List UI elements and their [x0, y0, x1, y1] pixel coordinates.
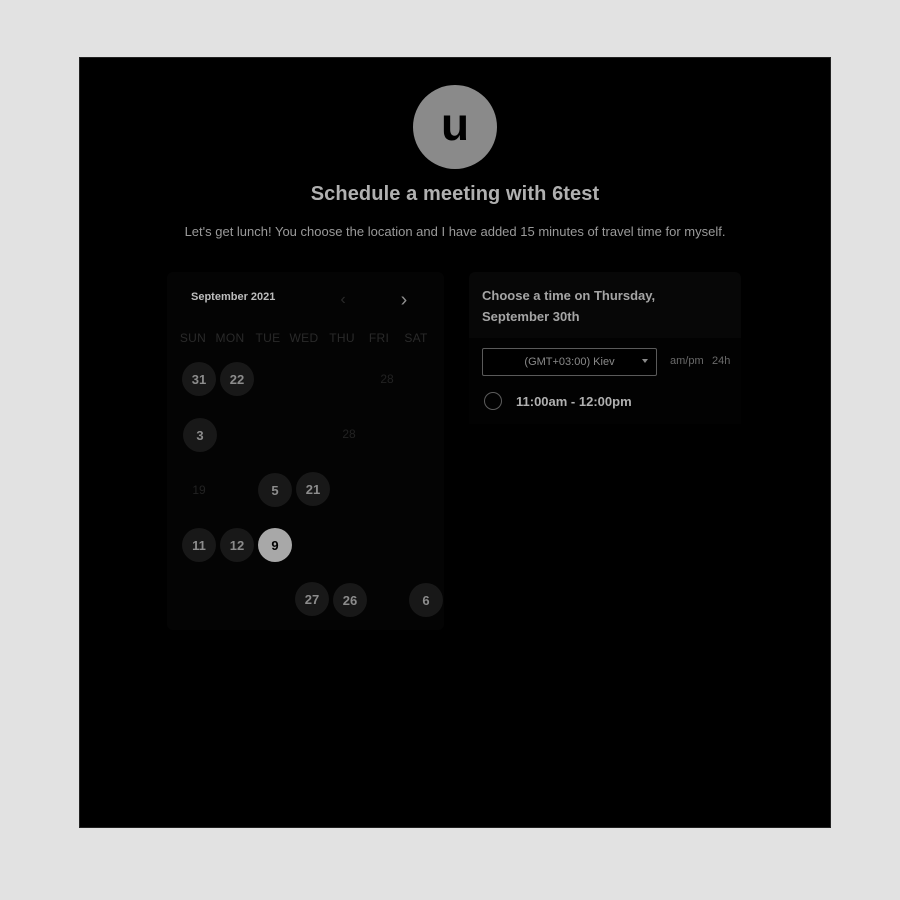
time-panel-title: Choose a time on Thursday, September 30t…: [482, 288, 656, 324]
calendar-day-selected[interactable]: 9: [258, 528, 292, 562]
calendar-day[interactable]: 31: [182, 362, 216, 396]
calendar-day-disabled: 28: [380, 372, 394, 386]
format-ampm-toggle[interactable]: am/pm: [670, 355, 704, 367]
prev-month-button[interactable]: ‹: [334, 290, 352, 310]
calendar-day[interactable]: 6: [409, 583, 443, 617]
weekday-sun: SUN: [179, 331, 207, 345]
time-slot-radio[interactable]: [484, 392, 502, 410]
format-24h-toggle[interactable]: 24h: [712, 355, 730, 367]
weekday-thu: THU: [329, 331, 355, 345]
timezone-select[interactable]: (GMT+03:00) Kiev: [482, 348, 657, 376]
calendar-day-disabled: 19: [192, 483, 206, 497]
timezone-value: (GMT+03:00) Kiev: [524, 356, 615, 368]
calendar-month-label: September 2021: [191, 291, 276, 303]
time-slot-label[interactable]: 11:00am - 12:00pm: [516, 394, 632, 409]
calendar-day[interactable]: 27: [295, 582, 329, 616]
weekday-wed: WED: [289, 331, 319, 345]
calendar-day[interactable]: 21: [296, 472, 330, 506]
avatar-letter: u: [440, 98, 470, 150]
caret-down-icon: [642, 359, 648, 363]
calendar-day[interactable]: 5: [258, 473, 292, 507]
chevron-right-icon: ›: [400, 288, 408, 311]
weekday-mon: MON: [215, 331, 245, 345]
page-title: Schedule a meeting with 6test: [310, 183, 600, 205]
meeting-description: Let's get lunch! You choose the location…: [184, 224, 726, 239]
calendar-day[interactable]: 12: [220, 528, 254, 562]
calendar-day-disabled: 28: [342, 427, 356, 441]
next-month-button[interactable]: ›: [395, 288, 413, 311]
calendar-day[interactable]: 26: [333, 583, 367, 617]
weekday-sat: SAT: [404, 331, 428, 345]
calendar-day[interactable]: 22: [220, 362, 254, 396]
calendar-day[interactable]: 11: [182, 528, 216, 562]
avatar: u: [413, 85, 497, 169]
calendar-day[interactable]: 3: [183, 418, 217, 452]
weekday-tue: TUE: [255, 331, 281, 345]
weekday-fri: FRI: [368, 331, 390, 345]
calendar-panel: [167, 272, 444, 630]
chevron-left-icon: ‹: [340, 291, 346, 308]
